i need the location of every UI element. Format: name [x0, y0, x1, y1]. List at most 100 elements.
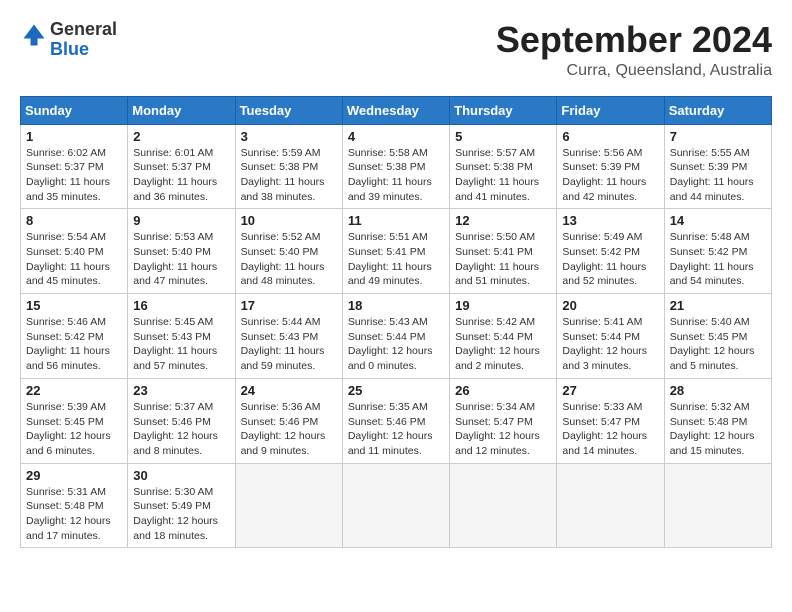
calendar-cell: 11 Sunrise: 5:51 AMSunset: 5:41 PMDaylig…	[342, 209, 449, 294]
day-number: 27	[562, 383, 658, 398]
calendar-cell: 19 Sunrise: 5:42 AMSunset: 5:44 PMDaylig…	[450, 294, 557, 379]
day-info: Sunrise: 5:48 AMSunset: 5:42 PMDaylight:…	[670, 230, 766, 289]
weekday-header: Tuesday	[235, 96, 342, 124]
day-number: 12	[455, 213, 551, 228]
day-number: 18	[348, 298, 444, 313]
logo-icon	[20, 21, 48, 49]
calendar-cell: 4 Sunrise: 5:58 AMSunset: 5:38 PMDayligh…	[342, 124, 449, 209]
calendar-cell: 25 Sunrise: 5:35 AMSunset: 5:46 PMDaylig…	[342, 378, 449, 463]
weekday-header: Friday	[557, 96, 664, 124]
day-info: Sunrise: 5:53 AMSunset: 5:40 PMDaylight:…	[133, 230, 229, 289]
day-info: Sunrise: 5:56 AMSunset: 5:39 PMDaylight:…	[562, 146, 658, 205]
calendar-cell	[342, 463, 449, 548]
day-info: Sunrise: 5:31 AMSunset: 5:48 PMDaylight:…	[26, 485, 122, 544]
calendar-cell: 10 Sunrise: 5:52 AMSunset: 5:40 PMDaylig…	[235, 209, 342, 294]
day-number: 29	[26, 468, 122, 483]
calendar-cell	[664, 463, 771, 548]
day-info: Sunrise: 5:59 AMSunset: 5:38 PMDaylight:…	[241, 146, 337, 205]
calendar-cell: 9 Sunrise: 5:53 AMSunset: 5:40 PMDayligh…	[128, 209, 235, 294]
day-number: 22	[26, 383, 122, 398]
calendar-cell	[235, 463, 342, 548]
day-info: Sunrise: 5:49 AMSunset: 5:42 PMDaylight:…	[562, 230, 658, 289]
day-number: 7	[670, 129, 766, 144]
calendar-cell: 16 Sunrise: 5:45 AMSunset: 5:43 PMDaylig…	[128, 294, 235, 379]
day-number: 23	[133, 383, 229, 398]
calendar-cell: 6 Sunrise: 5:56 AMSunset: 5:39 PMDayligh…	[557, 124, 664, 209]
day-info: Sunrise: 5:54 AMSunset: 5:40 PMDaylight:…	[26, 230, 122, 289]
day-info: Sunrise: 5:34 AMSunset: 5:47 PMDaylight:…	[455, 400, 551, 459]
calendar-cell: 8 Sunrise: 5:54 AMSunset: 5:40 PMDayligh…	[21, 209, 128, 294]
day-number: 1	[26, 129, 122, 144]
calendar-cell: 17 Sunrise: 5:44 AMSunset: 5:43 PMDaylig…	[235, 294, 342, 379]
day-number: 2	[133, 129, 229, 144]
title-area: September 2024 Curra, Queensland, Austra…	[496, 20, 772, 80]
calendar-week-row: 15 Sunrise: 5:46 AMSunset: 5:42 PMDaylig…	[21, 294, 772, 379]
day-number: 8	[26, 213, 122, 228]
day-info: Sunrise: 5:50 AMSunset: 5:41 PMDaylight:…	[455, 230, 551, 289]
calendar-cell: 2 Sunrise: 6:01 AMSunset: 5:37 PMDayligh…	[128, 124, 235, 209]
day-number: 9	[133, 213, 229, 228]
logo-text: General Blue	[50, 20, 117, 60]
day-number: 3	[241, 129, 337, 144]
calendar-cell	[557, 463, 664, 548]
month-year: September 2024	[496, 20, 772, 60]
calendar-cell: 18 Sunrise: 5:43 AMSunset: 5:44 PMDaylig…	[342, 294, 449, 379]
calendar-cell: 3 Sunrise: 5:59 AMSunset: 5:38 PMDayligh…	[235, 124, 342, 209]
calendar-cell: 21 Sunrise: 5:40 AMSunset: 5:45 PMDaylig…	[664, 294, 771, 379]
calendar-cell: 29 Sunrise: 5:31 AMSunset: 5:48 PMDaylig…	[21, 463, 128, 548]
calendar-cell: 20 Sunrise: 5:41 AMSunset: 5:44 PMDaylig…	[557, 294, 664, 379]
location: Curra, Queensland, Australia	[496, 62, 772, 80]
day-number: 28	[670, 383, 766, 398]
day-info: Sunrise: 5:57 AMSunset: 5:38 PMDaylight:…	[455, 146, 551, 205]
day-number: 20	[562, 298, 658, 313]
day-number: 17	[241, 298, 337, 313]
calendar-week-row: 22 Sunrise: 5:39 AMSunset: 5:45 PMDaylig…	[21, 378, 772, 463]
day-info: Sunrise: 5:32 AMSunset: 5:48 PMDaylight:…	[670, 400, 766, 459]
weekday-header: Sunday	[21, 96, 128, 124]
calendar-cell: 28 Sunrise: 5:32 AMSunset: 5:48 PMDaylig…	[664, 378, 771, 463]
day-info: Sunrise: 5:44 AMSunset: 5:43 PMDaylight:…	[241, 315, 337, 374]
day-info: Sunrise: 5:30 AMSunset: 5:49 PMDaylight:…	[133, 485, 229, 544]
calendar-cell: 12 Sunrise: 5:50 AMSunset: 5:41 PMDaylig…	[450, 209, 557, 294]
day-number: 15	[26, 298, 122, 313]
day-info: Sunrise: 5:58 AMSunset: 5:38 PMDaylight:…	[348, 146, 444, 205]
calendar-cell: 26 Sunrise: 5:34 AMSunset: 5:47 PMDaylig…	[450, 378, 557, 463]
day-info: Sunrise: 5:33 AMSunset: 5:47 PMDaylight:…	[562, 400, 658, 459]
day-number: 25	[348, 383, 444, 398]
day-number: 6	[562, 129, 658, 144]
logo: General Blue	[20, 20, 117, 60]
day-number: 16	[133, 298, 229, 313]
day-info: Sunrise: 5:40 AMSunset: 5:45 PMDaylight:…	[670, 315, 766, 374]
day-info: Sunrise: 5:35 AMSunset: 5:46 PMDaylight:…	[348, 400, 444, 459]
day-info: Sunrise: 5:51 AMSunset: 5:41 PMDaylight:…	[348, 230, 444, 289]
calendar-cell: 23 Sunrise: 5:37 AMSunset: 5:46 PMDaylig…	[128, 378, 235, 463]
day-info: Sunrise: 5:55 AMSunset: 5:39 PMDaylight:…	[670, 146, 766, 205]
day-number: 21	[670, 298, 766, 313]
calendar-cell	[450, 463, 557, 548]
calendar-cell: 5 Sunrise: 5:57 AMSunset: 5:38 PMDayligh…	[450, 124, 557, 209]
day-info: Sunrise: 5:43 AMSunset: 5:44 PMDaylight:…	[348, 315, 444, 374]
day-number: 14	[670, 213, 766, 228]
day-number: 19	[455, 298, 551, 313]
calendar-table: SundayMondayTuesdayWednesdayThursdayFrid…	[20, 96, 772, 549]
weekday-header: Wednesday	[342, 96, 449, 124]
weekday-header: Saturday	[664, 96, 771, 124]
day-info: Sunrise: 5:39 AMSunset: 5:45 PMDaylight:…	[26, 400, 122, 459]
calendar-week-row: 29 Sunrise: 5:31 AMSunset: 5:48 PMDaylig…	[21, 463, 772, 548]
day-info: Sunrise: 6:02 AMSunset: 5:37 PMDaylight:…	[26, 146, 122, 205]
calendar-cell: 27 Sunrise: 5:33 AMSunset: 5:47 PMDaylig…	[557, 378, 664, 463]
day-number: 4	[348, 129, 444, 144]
day-info: Sunrise: 5:41 AMSunset: 5:44 PMDaylight:…	[562, 315, 658, 374]
calendar-cell: 22 Sunrise: 5:39 AMSunset: 5:45 PMDaylig…	[21, 378, 128, 463]
day-info: Sunrise: 5:36 AMSunset: 5:46 PMDaylight:…	[241, 400, 337, 459]
calendar-cell: 24 Sunrise: 5:36 AMSunset: 5:46 PMDaylig…	[235, 378, 342, 463]
day-number: 30	[133, 468, 229, 483]
calendar-week-row: 1 Sunrise: 6:02 AMSunset: 5:37 PMDayligh…	[21, 124, 772, 209]
day-info: Sunrise: 5:52 AMSunset: 5:40 PMDaylight:…	[241, 230, 337, 289]
calendar-cell: 7 Sunrise: 5:55 AMSunset: 5:39 PMDayligh…	[664, 124, 771, 209]
calendar-cell: 14 Sunrise: 5:48 AMSunset: 5:42 PMDaylig…	[664, 209, 771, 294]
calendar-cell: 13 Sunrise: 5:49 AMSunset: 5:42 PMDaylig…	[557, 209, 664, 294]
day-info: Sunrise: 6:01 AMSunset: 5:37 PMDaylight:…	[133, 146, 229, 205]
weekday-header: Thursday	[450, 96, 557, 124]
day-number: 13	[562, 213, 658, 228]
